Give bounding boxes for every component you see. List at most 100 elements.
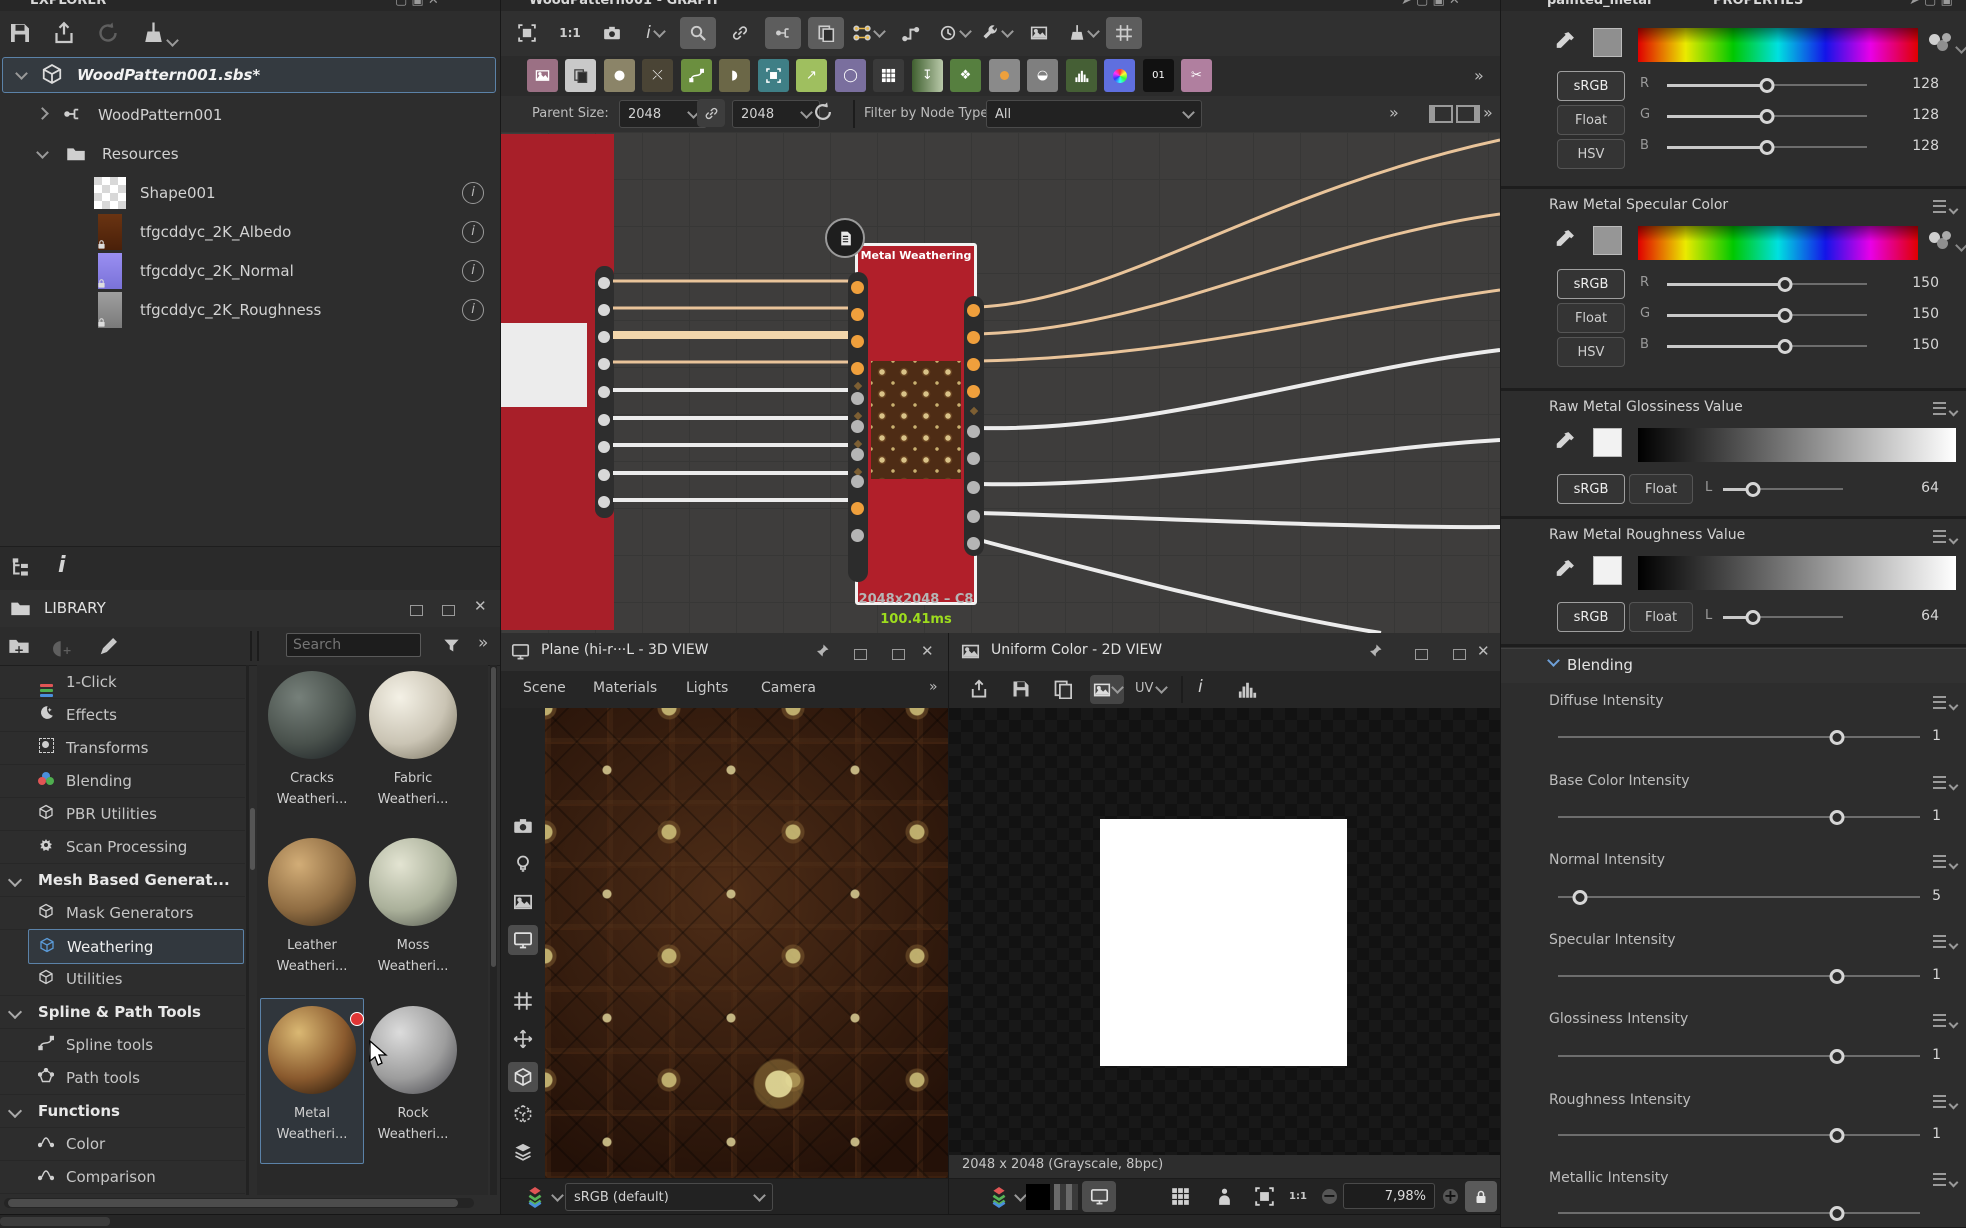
node-dot-icon[interactable] [989,59,1020,92]
search-input[interactable] [286,633,421,657]
float-window-icon[interactable] [396,601,423,620]
display-settings-icon[interactable] [508,925,538,955]
channel-value[interactable]: 128 [1899,138,1939,154]
settings-overflow-icon[interactable]: » [1483,103,1493,122]
node-tile-icon[interactable] [873,59,904,92]
fit-frame-button[interactable] [1255,1187,1274,1210]
hsv-button[interactable]: HSV [1557,139,1625,169]
eyedropper-icon[interactable] [1554,228,1576,254]
node-shuffle-icon[interactable]: ⤬ [642,59,673,92]
category-blending[interactable]: Blending [0,764,245,798]
tree-item-resources[interactable]: Resources [0,136,500,172]
blending-section-header[interactable]: Blending [1501,648,1966,683]
param-menu-icon[interactable] [1933,198,1957,217]
library-item-cracks[interactable]: CracksWeatheri... [262,665,362,825]
channel-value[interactable]: 150 [1899,337,1939,353]
float-button[interactable]: Float [1557,303,1625,333]
tree-item-normal[interactable]: tfgcddyc_2K_Normal i [0,253,500,289]
node-gradient-icon[interactable]: ↧ [912,59,943,92]
library-item-moss[interactable]: MossWeatheri... [363,832,463,992]
channel-select-button[interactable] [1090,675,1124,704]
filter-node-dropdown[interactable]: All [986,100,1202,128]
float-button[interactable]: Float [1557,105,1625,135]
category-scrollbar[interactable] [250,808,255,870]
eyedropper-icon[interactable] [1554,30,1576,56]
category-color[interactable]: Color [0,1127,245,1161]
float-button[interactable]: Float [1629,602,1693,632]
copy-image-button[interactable] [1053,679,1073,703]
node-bitmap-icon[interactable] [527,59,558,92]
param-slider[interactable] [1558,736,1920,738]
node-dither-icon[interactable]: 01 [1143,59,1174,92]
zoom-level-input[interactable]: 7,98% [1343,1183,1435,1209]
link-size-button[interactable] [697,99,725,127]
value-swatch[interactable] [1593,428,1622,457]
view3d-viewport[interactable] [545,708,948,1178]
color-swatch[interactable] [1593,28,1622,57]
tree-item-roughness[interactable]: tfgcddyc_2K_Roughness i [0,292,500,328]
slider-value[interactable]: 1 [1901,808,1941,824]
category-group-functions[interactable]: Functions [0,1094,245,1128]
library-scrollbar-vertical[interactable] [490,665,497,1195]
menu-materials[interactable]: Materials [593,680,657,696]
node-shape-icon[interactable]: ◯ [835,59,866,92]
color-swatch[interactable] [1593,226,1622,255]
zoom-out-button[interactable]: − [1322,1189,1337,1204]
param-menu-icon[interactable] [1933,774,1957,793]
slider-value[interactable]: 1 [1901,1047,1941,1063]
clean-graph-button[interactable] [1064,17,1100,49]
category-transforms[interactable]: Transforms [0,731,245,765]
node-splatter-icon[interactable]: ❖ [950,59,981,92]
node-dirwarp-icon[interactable]: ↗ [796,59,827,92]
node-comment-badge[interactable] [825,218,865,258]
node-blur-icon[interactable]: ● [604,59,635,92]
info-icon[interactable]: i [462,299,484,321]
category-utilities[interactable]: Utilities [0,962,245,996]
screenshot-button[interactable] [594,17,630,49]
menu-overflow-icon[interactable]: » [929,679,938,695]
graph-canvas[interactable]: Metal Weathering [501,132,1500,633]
hue-gradient-bar[interactable] [1638,28,1918,62]
snap-grid-button[interactable] [1106,17,1142,49]
colorspace-dropdown[interactable]: sRGB (default) [565,1183,773,1211]
info-icon[interactable]: i [462,182,484,204]
tree-view-icon[interactable] [10,557,32,583]
param-slider[interactable] [1558,975,1920,977]
menu-camera[interactable]: Camera [761,680,816,696]
library-scrollbar-horizontal[interactable] [4,1198,474,1208]
environment-icon[interactable] [513,892,533,916]
maximize-icon[interactable] [428,601,455,620]
category-comparison[interactable]: Comparison [0,1160,245,1194]
input-ports[interactable] [848,272,868,582]
lighting-icon[interactable] [513,854,533,878]
color-presets-icon[interactable] [1929,32,1966,56]
param-menu-icon[interactable] [1933,1093,1957,1112]
category-pbr-utilities[interactable]: PBR Utilities [0,797,245,831]
camera-view-icon[interactable] [513,816,533,840]
library-item-leather[interactable]: LeatherWeatheri... [262,832,362,992]
parent-size-x-dropdown[interactable]: 2048 [619,100,707,128]
node-curve-edit-icon[interactable]: ✂ [1181,59,1212,92]
filter-icon[interactable] [442,636,461,659]
thumbnail-display-button[interactable] [1021,17,1057,49]
graph-mode-button[interactable] [765,17,801,49]
category-effects[interactable]: Effects [0,698,245,732]
reload-button[interactable] [96,21,120,49]
node-text-icon[interactable] [565,59,596,92]
link-tool-button[interactable] [722,17,758,49]
param-slider[interactable] [1558,896,1920,898]
pin-icon[interactable] [814,643,830,663]
close-icon[interactable]: ✕ [1477,642,1490,660]
category-path-tools[interactable]: Path tools [0,1061,245,1095]
distribute-nodes-icon[interactable] [1456,105,1480,123]
info-icon[interactable]: i [462,260,484,282]
close-icon[interactable]: ✕ [474,597,487,615]
param-menu-icon[interactable] [1933,694,1957,713]
info-button[interactable]: i [1198,677,1203,697]
eyedropper-icon[interactable] [1554,558,1576,584]
grayscale-gradient-bar[interactable] [1638,428,1956,462]
slider-value[interactable]: 1 [1901,1126,1941,1142]
palette-overflow-icon[interactable]: » [1474,66,1484,85]
view2d-canvas[interactable] [949,708,1500,1155]
fit-view-button[interactable] [509,17,545,49]
